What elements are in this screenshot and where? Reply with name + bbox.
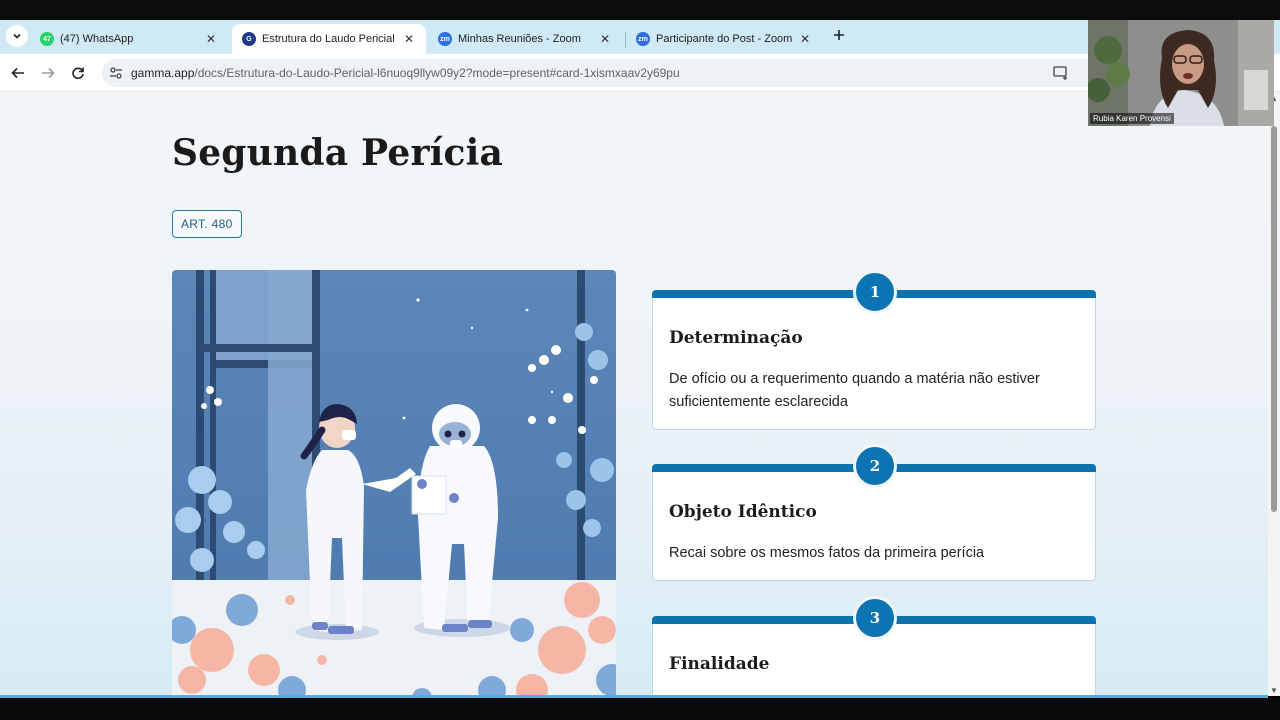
gamma-icon: G xyxy=(242,32,256,46)
arrow-right-icon xyxy=(42,67,55,79)
article-badge: ART. 480 xyxy=(172,210,242,238)
bottom-black-strip xyxy=(0,698,1280,720)
tab-title: Estrutura do Laudo Pericial | Ga xyxy=(262,33,396,45)
step-number-badge: 1 xyxy=(853,270,897,314)
top-black-strip xyxy=(0,0,1280,20)
close-icon[interactable]: ✕ xyxy=(598,32,612,46)
step-card-objeto-identico: 2 Objeto Idêntico Recai sobre os mesmos … xyxy=(652,444,1096,581)
tab-gamma[interactable]: G Estrutura do Laudo Pericial | Ga ✕ xyxy=(232,24,426,54)
forward-button[interactable] xyxy=(38,63,58,83)
plus-icon xyxy=(834,30,844,40)
url-host: gamma.app xyxy=(131,66,195,80)
step-card-finalidade: 3 Finalidade xyxy=(652,596,1096,696)
url-path: /docs/Estrutura-do-Laudo-Pericial-l6nuoq… xyxy=(194,66,680,80)
tab-search-button[interactable] xyxy=(6,25,28,47)
close-icon[interactable]: ✕ xyxy=(402,32,416,46)
step-heading: Determinação xyxy=(669,328,803,348)
step-description: Recai sobre os mesmos fatos da primeira … xyxy=(669,545,985,561)
address-bar[interactable]: gamma.app/docs/Estrutura-do-Laudo-Perici… xyxy=(102,59,1102,87)
slide-title: Segunda Perícia xyxy=(172,132,504,174)
tab-zoom-meetings[interactable]: zm Minhas Reuniões - Zoom ✕ xyxy=(428,24,622,54)
zoom-icon: zm xyxy=(636,32,650,46)
step-heading: Objeto Idêntico xyxy=(669,502,817,522)
participant-name: Rubia Karen Provensi xyxy=(1090,113,1174,124)
close-icon[interactable]: ✕ xyxy=(798,32,812,46)
forensic-experts-illustration xyxy=(172,270,616,696)
install-app-icon[interactable] xyxy=(1053,66,1069,80)
screen: 47 (47) WhatsApp ✕ G Estrutura do Laudo … xyxy=(0,0,1280,720)
zoom-icon: zm xyxy=(438,32,452,46)
participant-video-tile: Rubia Karen Provensi xyxy=(1088,20,1274,126)
close-icon[interactable]: ✕ xyxy=(204,32,218,46)
site-info-icon[interactable] xyxy=(108,65,124,81)
step-number-badge: 3 xyxy=(853,596,897,640)
scroll-down-icon[interactable]: ▼ xyxy=(1270,686,1278,695)
step-card-determinacao: 1 Determinação De ofício ou a requerimen… xyxy=(652,270,1096,430)
reload-button[interactable] xyxy=(68,63,88,83)
chevron-down-icon xyxy=(13,33,21,39)
back-button[interactable] xyxy=(8,63,28,83)
step-number-badge: 2 xyxy=(853,444,897,488)
page-scrollbar[interactable]: ▲ ▼ xyxy=(1268,92,1280,696)
new-tab-button[interactable] xyxy=(830,28,848,46)
tab-title: Minhas Reuniões - Zoom xyxy=(458,33,581,45)
participant-video-image xyxy=(1088,20,1274,126)
step-description: De ofício ou a requerimento quando a mat… xyxy=(669,371,1040,410)
arrow-left-icon xyxy=(11,67,24,79)
step-heading: Finalidade xyxy=(669,654,770,674)
tab-title: (47) WhatsApp xyxy=(60,33,134,45)
url-text: gamma.app/docs/Estrutura-do-Laudo-Perici… xyxy=(131,66,680,80)
tab-title: Participante do Post - Zoom xyxy=(656,33,792,45)
scrollbar-thumb[interactable] xyxy=(1271,126,1277,512)
tab-whatsapp[interactable]: 47 (47) WhatsApp ✕ xyxy=(30,24,228,54)
reload-icon xyxy=(72,67,84,80)
whatsapp-icon: 47 xyxy=(40,32,54,46)
tab-zoom-participant[interactable]: zm Participante do Post - Zoom ✕ xyxy=(626,24,822,54)
presentation-slide: Segunda Perícia ART. 480 1 Determinação … xyxy=(0,92,1268,696)
